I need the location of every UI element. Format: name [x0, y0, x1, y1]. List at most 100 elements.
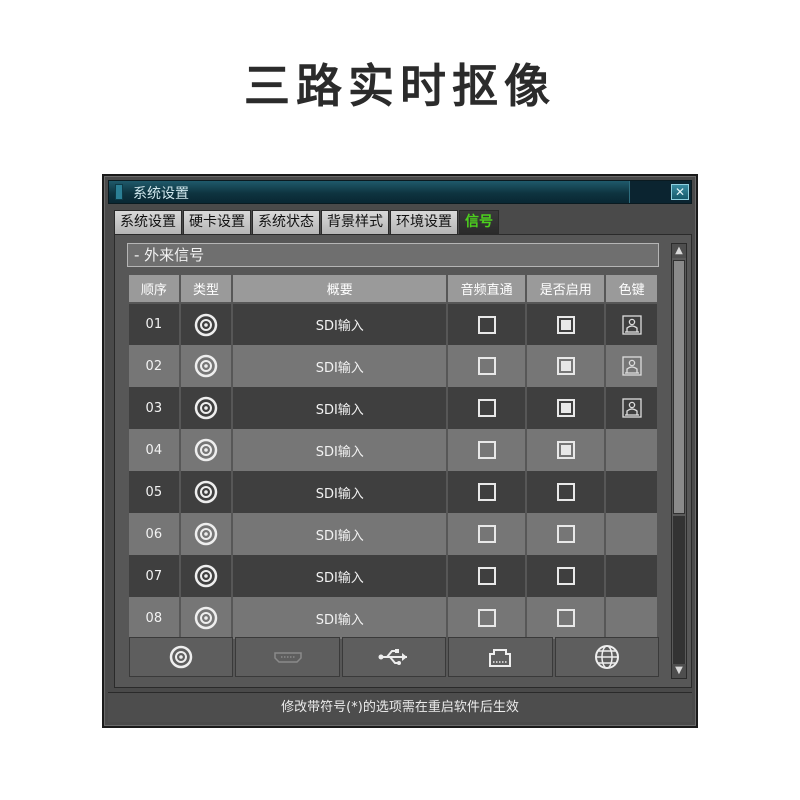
cell-summary: SDI输入: [232, 513, 449, 555]
tab-system-status[interactable]: 系统状态: [252, 210, 320, 234]
tab-system-settings[interactable]: 系统设置: [114, 210, 182, 234]
header-enabled: 是否启用: [526, 275, 607, 304]
audio-passthrough-checkbox[interactable]: [477, 441, 496, 459]
enabled-checkbox[interactable]: [556, 399, 575, 417]
cell-order: 01: [129, 303, 181, 345]
cell-enabled: [526, 597, 607, 639]
disc-icon: [194, 438, 218, 462]
table-row[interactable]: 06 SDI输入: [129, 513, 659, 555]
audio-passthrough-checkbox[interactable]: [477, 399, 496, 417]
cell-audio-passthrough: [447, 471, 528, 513]
scroll-up-arrow-icon[interactable]: ▲: [672, 244, 686, 258]
audio-passthrough-checkbox[interactable]: [477, 357, 496, 375]
table-row[interactable]: 07 SDI输入: [129, 555, 659, 597]
table-row[interactable]: 08 SDI输入: [129, 597, 659, 639]
globe-icon: [594, 645, 619, 669]
signal-type-usb[interactable]: [341, 637, 447, 677]
cell-order: 05: [129, 471, 181, 513]
enabled-checkbox[interactable]: [556, 441, 575, 459]
cell-enabled: [526, 555, 607, 597]
cell-order: 02: [129, 345, 181, 387]
cell-summary: SDI输入: [232, 387, 449, 429]
cell-enabled: [526, 513, 607, 555]
audio-passthrough-checkbox[interactable]: [477, 567, 496, 585]
cell-color-key: [605, 555, 659, 597]
cell-summary: SDI输入: [232, 555, 449, 597]
cell-enabled: [526, 387, 607, 429]
cell-audio-passthrough: [447, 303, 528, 345]
enabled-checkbox[interactable]: [556, 525, 575, 543]
tab-content: - 外来信号 顺序 类型 概要 音频直通 是否启用 色键 01 SDI输入 02 SD…: [114, 234, 692, 688]
status-bar: 修改带符号(*)的选项需在重启软件后生效: [108, 692, 692, 722]
cell-color-key[interactable]: [605, 387, 659, 429]
window-titlebar[interactable]: 系统设置 ✕: [108, 180, 692, 204]
cell-summary: SDI输入: [232, 345, 449, 387]
network-icon: [489, 649, 512, 667]
tab-background-style[interactable]: 背景样式: [321, 210, 389, 234]
person-key-icon: [621, 314, 642, 335]
audio-passthrough-checkbox[interactable]: [477, 483, 496, 501]
person-key-icon: [621, 398, 642, 418]
table-row[interactable]: 05 SDI输入: [129, 471, 659, 513]
close-button[interactable]: ✕: [671, 184, 689, 200]
signal-type-network[interactable]: [448, 637, 553, 677]
cell-summary: SDI输入: [232, 597, 449, 639]
cell-audio-passthrough: [447, 597, 528, 639]
cell-audio-passthrough: [447, 345, 528, 387]
enabled-checkbox[interactable]: [556, 609, 575, 627]
cell-order: 08: [129, 597, 181, 639]
scroll-down-arrow-icon[interactable]: ▼: [672, 664, 686, 678]
settings-window: 系统设置 ✕ 系统设置 硬卡设置 系统状态 背景样式 环境设置 信号 - 外来信…: [102, 174, 698, 728]
tab-environment-settings[interactable]: 环境设置: [390, 210, 458, 234]
cell-order: 07: [129, 555, 181, 597]
cell-audio-passthrough: [447, 513, 528, 555]
titlebar-accent: [115, 184, 123, 200]
header-type: 类型: [179, 275, 234, 304]
cell-summary: SDI输入: [232, 429, 449, 471]
scroll-thumb[interactable]: [673, 260, 685, 514]
tab-signal[interactable]: 信号: [459, 210, 499, 234]
cell-type: [179, 387, 234, 429]
tab-card-settings[interactable]: 硬卡设置: [183, 210, 251, 234]
person-key-icon: [621, 356, 642, 376]
cell-type: [179, 429, 234, 471]
cell-color-key: [605, 597, 659, 639]
table-body: 01 SDI输入 02 SDI输入 03 SDI输入 04 SDI输入 05 SDI输入 06 SDI…: [129, 303, 659, 639]
section-header-external-signal[interactable]: - 外来信号: [127, 243, 659, 267]
cell-type: [179, 471, 234, 513]
signal-type-web[interactable]: [554, 637, 660, 677]
cell-audio-passthrough: [447, 387, 528, 429]
vertical-scrollbar[interactable]: ▲ ▼: [671, 243, 687, 679]
cell-type: [179, 513, 234, 555]
window-title: 系统设置: [133, 186, 189, 202]
signal-type-sdi[interactable]: [129, 637, 234, 677]
cell-color-key[interactable]: [605, 303, 659, 345]
cell-order: 04: [129, 429, 181, 471]
cell-type: [179, 303, 234, 345]
enabled-checkbox[interactable]: [556, 315, 575, 334]
table-row[interactable]: 04 SDI输入: [129, 429, 659, 471]
cell-summary: SDI输入: [232, 303, 449, 345]
enabled-checkbox[interactable]: [556, 567, 575, 585]
cell-color-key: [605, 513, 659, 555]
disc-icon: [194, 354, 218, 378]
audio-passthrough-checkbox[interactable]: [477, 525, 496, 543]
signal-type-hdmi[interactable]: [235, 637, 340, 677]
disc-icon: [194, 480, 218, 504]
cell-enabled: [526, 303, 607, 345]
table-row[interactable]: 01 SDI输入: [129, 303, 659, 345]
enabled-checkbox[interactable]: [556, 357, 575, 375]
audio-passthrough-checkbox[interactable]: [477, 609, 496, 627]
table-row[interactable]: 03 SDI输入: [129, 387, 659, 429]
table-row[interactable]: 02 SDI输入: [129, 345, 659, 387]
page-title: 三路实时抠像: [244, 59, 556, 113]
header-order: 顺序: [129, 275, 181, 304]
enabled-checkbox[interactable]: [556, 483, 575, 501]
disc-icon: [194, 396, 218, 420]
header-audio-passthrough: 音频直通: [447, 275, 528, 304]
cell-audio-passthrough: [447, 429, 528, 471]
close-icon: ✕: [674, 185, 686, 199]
table-header-row: 顺序 类型 概要 音频直通 是否启用 色键: [129, 275, 659, 304]
cell-color-key[interactable]: [605, 345, 659, 387]
audio-passthrough-checkbox[interactable]: [477, 315, 496, 334]
